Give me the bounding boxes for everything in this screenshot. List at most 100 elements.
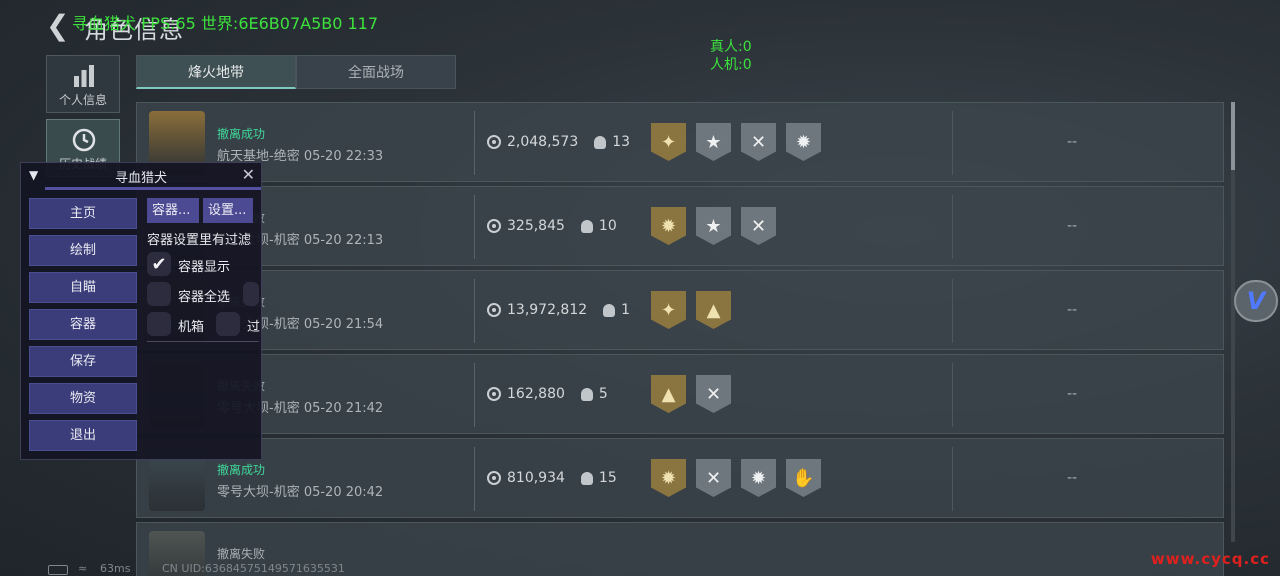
real-player-count: 真人:0 (710, 39, 752, 55)
extra-checkbox[interactable] (243, 282, 259, 306)
container-display-checkbox[interactable]: ✔ (147, 252, 171, 276)
loot-value-group: 810,934 15 (487, 470, 617, 486)
kill-count: 10 (598, 218, 617, 234)
burst-icon[interactable]: ✹ (786, 123, 821, 161)
floating-v-logo-button[interactable]: V (1234, 280, 1278, 322)
skull-icon (594, 135, 607, 149)
tab-beacon-zone[interactable]: 烽火地带 (136, 55, 296, 89)
bar-chart-icon (74, 65, 94, 87)
container-select-all-checkbox[interactable] (147, 282, 171, 306)
match-record-row[interactable]: 撤离成功 航天基地-绝密 05-20 22:33 2,048,573 13 ✦ ★ ✕ ✹ -- (136, 102, 1224, 182)
loot-value: 810,934 (507, 470, 565, 486)
history-clock-icon (72, 128, 96, 152)
match-record-row[interactable]: 撤离成功零号大坝-机密 05-20 20:42 810,934 15 ✹ ✕ ✹ ✋ -- (136, 438, 1224, 518)
overlay-menu-panel: ▼ 寻血猎犬 ✕ 主页 绘制 自瞄 容器 保存 物资 退出 容器... 设置..… (20, 162, 262, 460)
column-divider (474, 111, 475, 175)
panel-header[interactable]: ▼ 寻血猎犬 ✕ (21, 163, 261, 187)
tab-total-war[interactable]: 全面战场 (296, 55, 456, 89)
column-divider (474, 195, 475, 259)
column-divider (952, 279, 953, 343)
loot-value: 325,845 (507, 218, 565, 234)
skull-icon (580, 387, 593, 401)
nav-personal-info[interactable]: 个人信息 (46, 55, 120, 113)
kill-count: 1 (621, 302, 631, 318)
panel-separator (147, 341, 259, 342)
achievement-badges: ✦ ▲ (651, 291, 731, 329)
wifi-icon: ≈ (78, 562, 88, 575)
burst-icon[interactable]: ✹ (651, 207, 686, 245)
v-logo-icon: V (1246, 287, 1266, 315)
menu-home-button[interactable]: 主页 (29, 198, 137, 229)
menu-save-button[interactable]: 保存 (29, 346, 137, 377)
kill-count: 5 (598, 386, 608, 402)
match-record-row[interactable]: 撤离失败零号大坝-机密 05-20 21:5413,972,8121✦▲-- (136, 270, 1224, 350)
kill-count: 13 (612, 134, 631, 150)
crossed-arrows-icon[interactable]: ✕ (741, 123, 776, 161)
records-scrollbar-thumb[interactable] (1231, 102, 1235, 170)
coin-icon (487, 387, 501, 401)
loot-value: 13,972,812 (507, 302, 588, 318)
rank-placeholder: -- (1067, 470, 1078, 486)
bot-count: 人机:0 (710, 57, 752, 73)
burst-icon[interactable]: ✹ (651, 459, 686, 497)
menu-supplies-button[interactable]: 物资 (29, 383, 137, 414)
column-divider (474, 363, 475, 427)
menu-exit-button[interactable]: 退出 (29, 420, 137, 451)
watermark: www.cycq.cc (1150, 550, 1270, 568)
handshake-icon[interactable]: ✋ (786, 459, 821, 497)
container-display-label: 容器显示 (178, 260, 231, 275)
rank-placeholder: -- (1067, 302, 1078, 318)
map-and-time: 零号大坝-机密 05-20 20:42 (217, 485, 384, 500)
panel-title: 寻血猎犬 (114, 171, 167, 186)
uid-text: CN UID:6368457514957163553​1 (162, 562, 345, 575)
menu-aimbot-button[interactable]: 自瞄 (29, 272, 137, 303)
column-divider (952, 111, 953, 175)
achievement-badges: ✦ ★ ✕ ✹ (651, 123, 821, 161)
column-divider (952, 363, 953, 427)
rank-placeholder: -- (1067, 134, 1078, 150)
achievement-badges: ▲ ✕ (651, 375, 731, 413)
ping-text: 63ms (100, 562, 131, 575)
sub-tab-container[interactable]: 容器... (147, 198, 199, 223)
container-select-all-label: 容器全选 (178, 290, 231, 305)
skull-icon (580, 219, 593, 233)
star-check-icon[interactable]: ★ (696, 207, 731, 245)
extraction-status: 撤离成功 (217, 463, 266, 477)
crossed-arrows-icon[interactable]: ✕ (696, 459, 731, 497)
skull-icon (580, 471, 593, 485)
close-icon[interactable]: ✕ (242, 165, 255, 184)
sub-tab-settings[interactable]: 设置... (203, 198, 253, 223)
helmet-icon[interactable]: ▲ (651, 375, 686, 413)
filter-checkbox[interactable] (216, 312, 240, 336)
chassis-label: 机箱 (178, 320, 205, 335)
menu-container-button[interactable]: 容器 (29, 309, 137, 340)
coin-icon (487, 471, 501, 485)
panel-header-underline (45, 187, 261, 190)
chassis-checkbox[interactable] (147, 312, 171, 336)
back-arrow-icon[interactable]: ❮ (46, 12, 70, 40)
match-record-row[interactable]: 撤离失败零号大坝-机密 05-20 22:13325,84510✹★✕-- (136, 186, 1224, 266)
squad-emblem-icon[interactable]: ✦ (651, 123, 686, 161)
filter-label: 过 (247, 320, 261, 335)
container-settings-note: 容器设置里有过滤 (147, 233, 252, 248)
loot-value: 162,880 (507, 386, 565, 402)
extraction-status: 撤离失败 (217, 547, 266, 561)
burst-icon[interactable]: ✹ (741, 459, 776, 497)
loot-value-group: 13,972,812 1 (487, 302, 630, 318)
loot-value-group: 162,880 5 (487, 386, 608, 402)
menu-draw-button[interactable]: 绘制 (29, 235, 137, 266)
loot-value-group: 325,845 10 (487, 218, 617, 234)
crossed-arrows-icon[interactable]: ✕ (741, 207, 776, 245)
check-icon: ✔ (151, 253, 167, 275)
loot-value-group: 2,048,573 13 (487, 134, 630, 150)
kill-count: 15 (598, 470, 617, 486)
star-check-icon[interactable]: ★ (696, 123, 731, 161)
loot-value: 2,048,573 (507, 134, 579, 150)
achievement-badges: ✹ ★ ✕ (651, 207, 776, 245)
crossed-arrows-icon[interactable]: ✕ (696, 375, 731, 413)
helmet-icon[interactable]: ▲ (696, 291, 731, 329)
squad-emblem-icon[interactable]: ✦ (651, 291, 686, 329)
coin-icon (487, 135, 501, 149)
match-record-row[interactable]: 撤离失败零号大坝-机密 05-20 21:42162,8805▲✕-- (136, 354, 1224, 434)
skull-icon (603, 303, 616, 317)
